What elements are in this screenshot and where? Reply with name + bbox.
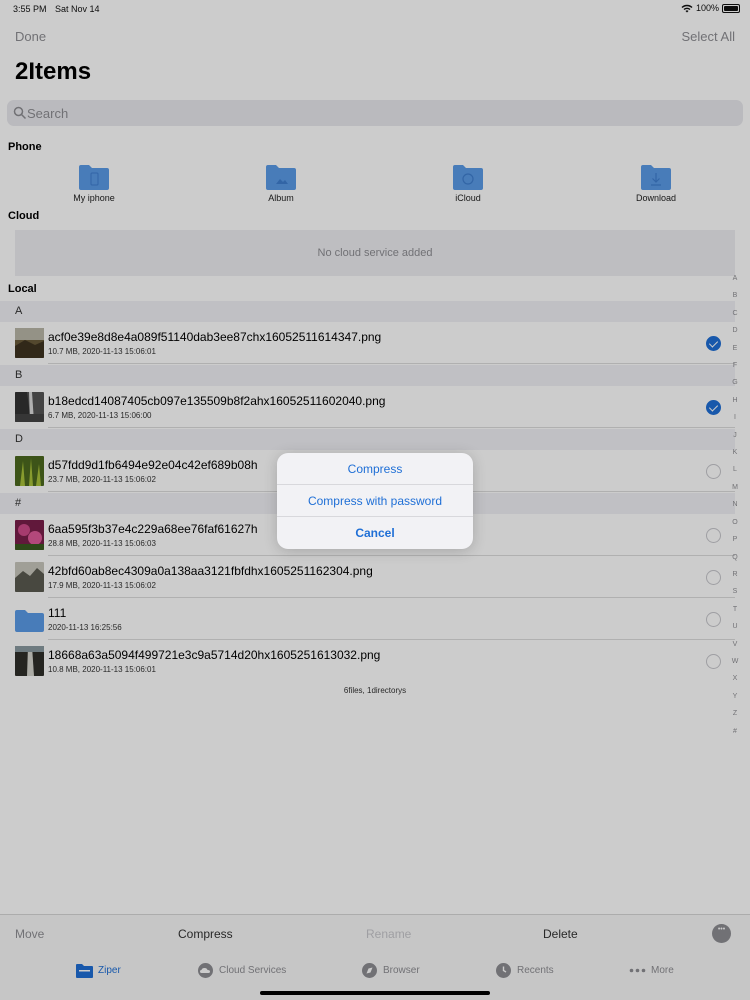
compress-option[interactable]: Compress	[277, 453, 473, 485]
compress-with-password-option[interactable]: Compress with password	[277, 485, 473, 517]
compress-action-sheet: Compress Compress with password Cancel	[277, 453, 473, 549]
cancel-button[interactable]: Cancel	[277, 517, 473, 549]
home-indicator	[260, 991, 490, 995]
